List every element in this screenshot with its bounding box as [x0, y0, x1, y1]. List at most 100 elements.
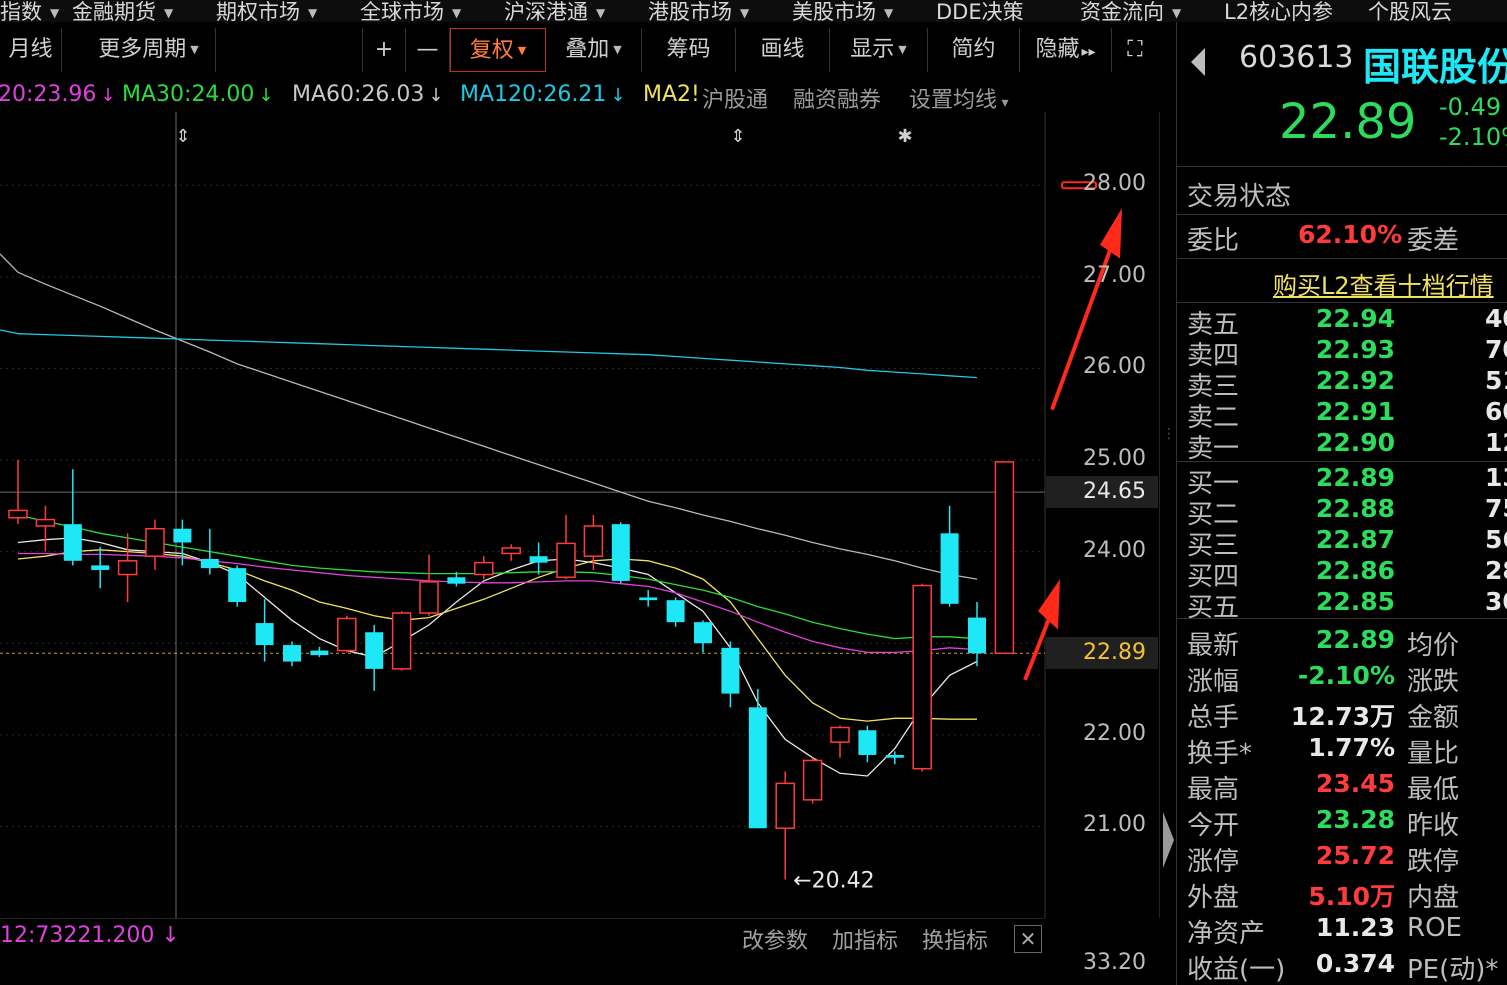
orderbook-price: 22.87: [1315, 525, 1395, 554]
ma-legend-value: MA60:26.03: [292, 82, 425, 107]
candle-body: [117, 560, 138, 576]
stat-label: 涨停: [1187, 847, 1240, 877]
set-ma-dropdown[interactable]: 设置均线 ▾: [909, 82, 1009, 114]
orderbook-row[interactable]: 买三22.8756: [1177, 525, 1507, 561]
ma-legend-item[interactable]: MA30:24.00 ↓: [122, 82, 274, 107]
top-menu-item[interactable]: 全球市场 ▼: [360, 0, 461, 22]
top-menu-item[interactable]: 美股市场 ▼: [792, 0, 893, 22]
orderbook-row[interactable]: 卖四22.9370: [1177, 335, 1507, 371]
ma-legend-item[interactable]: MA120:26.21 ↓: [460, 82, 626, 107]
top-menu-item[interactable]: 金融期货 ▼: [72, 0, 173, 22]
switch-indicator-button[interactable]: 换指标: [922, 923, 988, 955]
candle-body: [447, 577, 466, 584]
candle-body: [255, 623, 274, 646]
top-menu-item[interactable]: DDE决策: [936, 0, 1024, 22]
change-params-button[interactable]: 改参数: [742, 923, 808, 955]
margin-link[interactable]: 融资融券: [793, 82, 882, 114]
top-menu-item-label: 港股市场: [648, 0, 732, 22]
overlay-dropdown[interactable]: 叠加 ▼: [546, 28, 642, 72]
zoom-in-button[interactable]: +: [362, 28, 406, 72]
stat-value: 11.23: [1315, 913, 1395, 942]
orderbook-row[interactable]: 买四22.86280: [1177, 556, 1507, 592]
orderbook-price: 22.93: [1315, 335, 1395, 364]
hsgt-link[interactable]: 沪股通: [702, 82, 769, 114]
stock-name[interactable]: 国联股份: [1363, 36, 1507, 91]
buy-l2-link[interactable]: 购买L2查看十档行情: [1273, 266, 1494, 301]
quote-stat-row: 今开 23.28 昨收: [1177, 805, 1507, 841]
top-menu-item-label: 金融期货: [72, 0, 156, 22]
stat-label-secondary: PE(动)*: [1407, 955, 1499, 985]
stat-value: 22.89: [1315, 625, 1395, 654]
ma-legend-item[interactable]: MA2!: [643, 82, 700, 107]
change-amount: -0.49: [1439, 93, 1502, 121]
more-period-dropdown[interactable]: 更多周期 ▼: [82, 28, 216, 72]
chevron-down-icon: ▼: [452, 6, 462, 20]
current-price-label: 22.89: [1046, 637, 1158, 670]
chips-button[interactable]: 筹码: [642, 28, 736, 72]
quote-stat-row: 收益(一) 0.374 PE(动)*: [1177, 949, 1507, 985]
top-menu-item[interactable]: 个股风云: [1368, 0, 1452, 22]
stat-value: 23.45: [1315, 769, 1395, 798]
collapse-panel-icon[interactable]: [1163, 812, 1174, 868]
hide-button[interactable]: 隐藏 ▸▸: [1020, 28, 1112, 72]
orderbook-volume: 132: [1485, 463, 1507, 492]
chevron-down-icon: ▼: [308, 6, 318, 20]
chevron-down-icon: ▼: [50, 6, 60, 20]
draw-line-button[interactable]: 画线: [736, 28, 830, 72]
candle-body: [748, 707, 767, 829]
candle-body: [694, 622, 712, 644]
top-menu-item[interactable]: 沪深港通 ▼: [504, 0, 605, 22]
quote-stat-row: 外盘 5.10万 内盘: [1177, 877, 1507, 913]
ma-legend-item[interactable]: 20:23.96 ↓: [0, 82, 115, 107]
close-icon[interactable]: ✕: [1014, 925, 1042, 953]
ma-legend-item[interactable]: MA60:26.03 ↓: [292, 82, 444, 107]
price-tick-label: 24.00: [1083, 537, 1146, 563]
top-menu-item[interactable]: 港股市场 ▼: [648, 0, 749, 22]
orderbook-row[interactable]: 卖二22.9160: [1177, 397, 1507, 433]
weicha-label: 委差: [1407, 226, 1460, 256]
candle-body: [283, 645, 301, 662]
top-menu-bar: 指数 ▼ 金融期货 ▼ 期权市场 ▼ 全球市场 ▼ 沪深港通 ▼ 港股市场 ▼ 美股市场 ▼ DDE决策 资金…: [0, 0, 1507, 22]
top-menu-item[interactable]: 期权市场 ▼: [216, 0, 317, 22]
arrow-down-icon: ↓: [428, 85, 444, 106]
candle-body: [145, 527, 165, 557]
ma-line-ma20: [18, 552, 978, 654]
prev-stock-icon[interactable]: [1191, 48, 1205, 76]
top-menu-item-label: 美股市场: [792, 0, 876, 22]
ma-legend-value: MA120:26.21: [460, 82, 607, 107]
quote-stat-row: 换手* 1.77% 量比: [1177, 733, 1507, 769]
add-indicator-button[interactable]: 加指标: [832, 923, 898, 955]
orderbook-row[interactable]: 卖三22.9251: [1177, 366, 1507, 402]
orderbook-row[interactable]: 买一22.89132: [1177, 463, 1507, 499]
fullscreen-button[interactable]: ⛶: [1112, 28, 1158, 72]
stat-value: -2.10%: [1297, 661, 1395, 690]
candle-body: [830, 726, 850, 743]
orderbook-row[interactable]: 买五22.85300: [1177, 587, 1507, 623]
candle-body: [173, 528, 192, 543]
stat-label-secondary: 昨收: [1407, 811, 1460, 841]
orderbook-row[interactable]: 买二22.88750: [1177, 494, 1507, 530]
stat-value: 25.72: [1315, 841, 1395, 870]
stat-label: 收益(一): [1187, 955, 1286, 985]
zoom-out-button[interactable]: —: [406, 28, 450, 72]
top-menu-item-label: 期权市场: [216, 0, 300, 22]
fuquan-dropdown[interactable]: 复权 ▼: [450, 28, 546, 72]
top-menu-item[interactable]: 资金流向 ▼: [1080, 0, 1181, 22]
stat-label-secondary: ROE: [1407, 913, 1462, 943]
candle-body: [365, 632, 384, 669]
annotation-arrowhead: [1100, 208, 1122, 259]
period-monthly-button[interactable]: 月线: [0, 28, 62, 72]
chevron-down-icon: ▾: [997, 95, 1009, 111]
candle-body: [721, 647, 740, 694]
kline-chart[interactable]: ⇕ ⇕ ✱ ←20.42: [0, 112, 1160, 918]
top-menu-item[interactable]: L2核心内参: [1224, 0, 1333, 22]
orderbook-volume: 51: [1485, 366, 1507, 395]
candle-body: [228, 568, 247, 603]
orderbook-row[interactable]: 卖五22.9440: [1177, 304, 1507, 340]
simple-mode-button[interactable]: 简约: [928, 28, 1020, 72]
candle-body: [885, 754, 904, 758]
orderbook-row[interactable]: 卖一 22.90 128: [1177, 428, 1507, 464]
candle-body: [666, 600, 685, 623]
top-menu-item[interactable]: 指数 ▼: [0, 0, 59, 22]
display-dropdown[interactable]: 显示 ▼: [830, 28, 928, 72]
